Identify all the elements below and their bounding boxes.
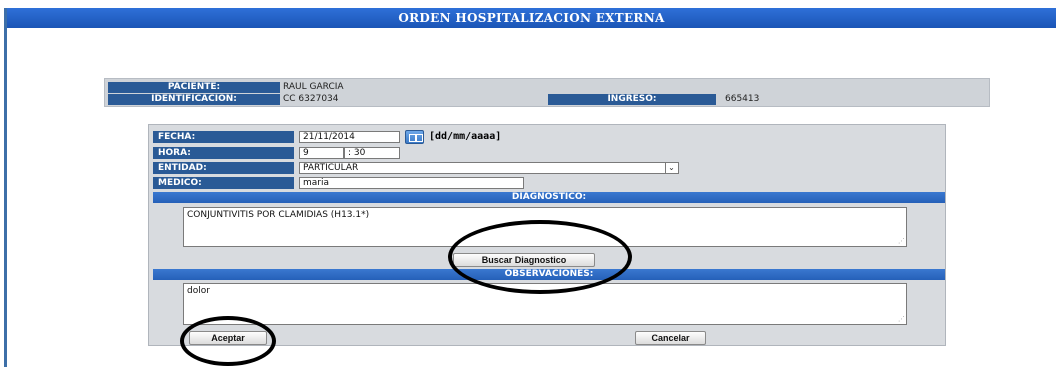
annotation-circle-aceptar xyxy=(180,316,276,366)
fecha-label: FECHA: xyxy=(153,131,294,143)
resize-grip-icon[interactable]: ⋰ xyxy=(898,238,905,245)
paciente-value: RAUL GARCIA xyxy=(283,82,344,92)
medico-label: MEDICO: xyxy=(153,177,294,189)
medico-input[interactable]: maria xyxy=(299,177,524,189)
hora-minute-field[interactable]: : 30 xyxy=(344,147,400,159)
entidad-select[interactable]: PARTICULAR ⌄ xyxy=(299,162,679,174)
annotation-circle-buscar xyxy=(448,220,632,294)
observaciones-text: dolor xyxy=(187,286,210,296)
identificacion-label: IDENTIFICACION: xyxy=(108,94,280,105)
date-format-hint: [dd/mm/aaaa] xyxy=(429,131,502,142)
hora-label: HORA: xyxy=(153,147,294,159)
entidad-label: ENTIDAD: xyxy=(153,162,294,174)
calendar-icon[interactable] xyxy=(405,130,424,144)
hora-minute-value: 30 xyxy=(353,148,366,158)
ingreso-label: INGRESO: xyxy=(548,94,716,105)
resize-grip-icon[interactable]: ⋰ xyxy=(898,316,905,323)
entidad-selected-value: PARTICULAR xyxy=(303,163,359,173)
cancelar-button[interactable]: Cancelar xyxy=(635,331,706,345)
hora-separator: : xyxy=(348,148,352,158)
diagnostico-text: CONJUNTIVITIS POR CLAMIDIAS (H13.1*) xyxy=(187,210,370,220)
diagnostico-header: DIAGNOSTICO: xyxy=(153,192,945,203)
fecha-input[interactable]: 21/11/2014 xyxy=(299,131,400,143)
hora-hour-input[interactable]: 9 xyxy=(299,147,344,159)
identificacion-value: CC 6327034 xyxy=(283,94,339,104)
ingreso-value: 665413 xyxy=(725,94,760,104)
paciente-label: PACIENTE: xyxy=(108,82,280,93)
patient-info-panel: PACIENTE: RAUL GARCIA IDENTIFICACION: CC… xyxy=(104,78,990,107)
page-title: ORDEN HOSPITALIZACION EXTERNA xyxy=(7,8,1056,28)
chevron-down-icon[interactable]: ⌄ xyxy=(665,163,677,173)
window-left-border xyxy=(4,8,7,367)
